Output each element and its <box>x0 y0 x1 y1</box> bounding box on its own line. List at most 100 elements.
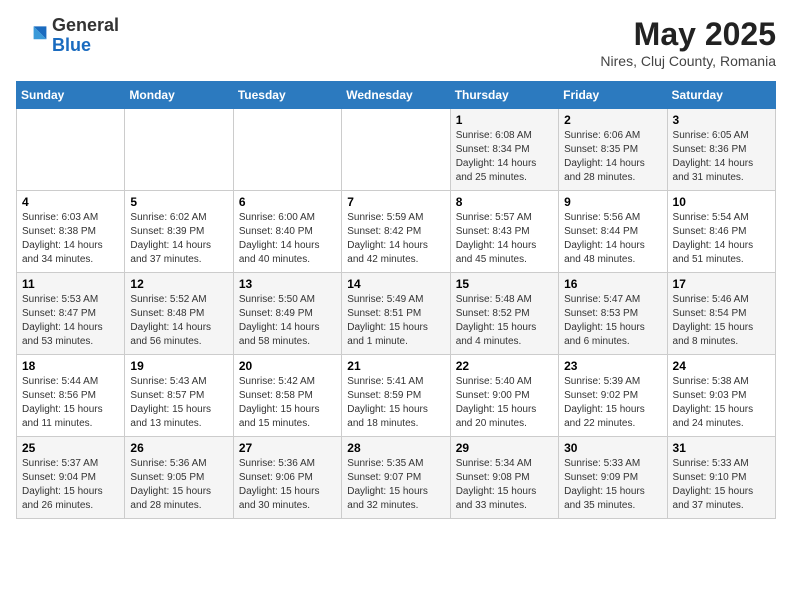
day-cell: 26 Sunrise: 5:36 AM Sunset: 9:05 PM Dayli… <box>125 437 233 519</box>
day-number: 4 <box>22 195 119 209</box>
day-cell <box>342 109 450 191</box>
day-number: 1 <box>456 113 553 127</box>
header-row: SundayMondayTuesdayWednesdayThursdayFrid… <box>17 82 776 109</box>
day-cell: 28 Sunrise: 5:35 AM Sunset: 9:07 PM Dayli… <box>342 437 450 519</box>
day-cell <box>125 109 233 191</box>
day-info: Sunrise: 5:34 AM Sunset: 9:08 PM Dayligh… <box>456 457 553 513</box>
day-info: Sunrise: 5:39 AM Sunset: 9:02 PM Dayligh… <box>564 375 661 431</box>
day-info: Sunrise: 5:52 AM Sunset: 8:48 PM Dayligh… <box>130 293 227 349</box>
week-row-2: 4 Sunrise: 6:03 AM Sunset: 8:38 PM Daylig… <box>17 191 776 273</box>
day-info: Sunrise: 5:47 AM Sunset: 8:53 PM Dayligh… <box>564 293 661 349</box>
day-info: Sunrise: 5:43 AM Sunset: 8:57 PM Dayligh… <box>130 375 227 431</box>
day-info: Sunrise: 5:36 AM Sunset: 9:05 PM Dayligh… <box>130 457 227 513</box>
day-cell: 4 Sunrise: 6:03 AM Sunset: 8:38 PM Daylig… <box>17 191 125 273</box>
title-block: May 2025 Nires, Cluj County, Romania <box>600 16 776 69</box>
calendar-table: SundayMondayTuesdayWednesdayThursdayFrid… <box>16 81 776 519</box>
col-header-thursday: Thursday <box>450 82 558 109</box>
week-row-1: 1 Sunrise: 6:08 AM Sunset: 8:34 PM Daylig… <box>17 109 776 191</box>
day-cell <box>233 109 341 191</box>
day-info: Sunrise: 5:49 AM Sunset: 8:51 PM Dayligh… <box>347 293 444 349</box>
day-number: 20 <box>239 359 336 373</box>
day-cell: 23Sunrise: 5:39 AM Sunset: 9:02 PM Dayli… <box>559 355 667 437</box>
day-cell: 13Sunrise: 5:50 AM Sunset: 8:49 PM Dayli… <box>233 273 341 355</box>
day-info: Sunrise: 5:44 AM Sunset: 8:56 PM Dayligh… <box>22 375 119 431</box>
logo: General Blue <box>16 16 119 56</box>
day-number: 5 <box>130 195 227 209</box>
day-cell: 16 Sunrise: 5:47 AM Sunset: 8:53 PM Dayli… <box>559 273 667 355</box>
week-row-4: 18Sunrise: 5:44 AM Sunset: 8:56 PM Dayli… <box>17 355 776 437</box>
day-cell: 31Sunrise: 5:33 AM Sunset: 9:10 PM Dayli… <box>667 437 775 519</box>
day-info: Sunrise: 5:42 AM Sunset: 8:58 PM Dayligh… <box>239 375 336 431</box>
day-info: Sunrise: 6:08 AM Sunset: 8:34 PM Dayligh… <box>456 129 553 185</box>
day-cell: 1 Sunrise: 6:08 AM Sunset: 8:34 PM Daylig… <box>450 109 558 191</box>
day-number: 31 <box>673 441 770 455</box>
day-cell: 10Sunrise: 5:54 AM Sunset: 8:46 PM Dayli… <box>667 191 775 273</box>
logo-blue: Blue <box>52 35 91 55</box>
logo-text: General Blue <box>52 16 119 56</box>
day-cell: 8 Sunrise: 5:57 AM Sunset: 8:43 PM Daylig… <box>450 191 558 273</box>
day-cell: 2 Sunrise: 6:06 AM Sunset: 8:35 PM Daylig… <box>559 109 667 191</box>
day-info: Sunrise: 5:35 AM Sunset: 9:07 PM Dayligh… <box>347 457 444 513</box>
day-info: Sunrise: 5:48 AM Sunset: 8:52 PM Dayligh… <box>456 293 553 349</box>
day-number: 28 <box>347 441 444 455</box>
day-number: 16 <box>564 277 661 291</box>
day-number: 9 <box>564 195 661 209</box>
day-cell: 12Sunrise: 5:52 AM Sunset: 8:48 PM Dayli… <box>125 273 233 355</box>
day-number: 10 <box>673 195 770 209</box>
day-cell: 6 Sunrise: 6:00 AM Sunset: 8:40 PM Daylig… <box>233 191 341 273</box>
col-header-tuesday: Tuesday <box>233 82 341 109</box>
day-info: Sunrise: 5:33 AM Sunset: 9:09 PM Dayligh… <box>564 457 661 513</box>
day-number: 26 <box>130 441 227 455</box>
day-cell: 17 Sunrise: 5:46 AM Sunset: 8:54 PM Dayli… <box>667 273 775 355</box>
day-number: 21 <box>347 359 444 373</box>
day-info: Sunrise: 6:05 AM Sunset: 8:36 PM Dayligh… <box>673 129 770 185</box>
day-info: Sunrise: 5:41 AM Sunset: 8:59 PM Dayligh… <box>347 375 444 431</box>
day-number: 2 <box>564 113 661 127</box>
day-number: 11 <box>22 277 119 291</box>
day-number: 15 <box>456 277 553 291</box>
day-number: 29 <box>456 441 553 455</box>
day-number: 7 <box>347 195 444 209</box>
day-cell <box>17 109 125 191</box>
day-info: Sunrise: 5:40 AM Sunset: 9:00 PM Dayligh… <box>456 375 553 431</box>
location-subtitle: Nires, Cluj County, Romania <box>600 53 776 69</box>
day-number: 8 <box>456 195 553 209</box>
day-number: 6 <box>239 195 336 209</box>
week-row-3: 11 Sunrise: 5:53 AM Sunset: 8:47 PM Dayli… <box>17 273 776 355</box>
day-info: Sunrise: 5:37 AM Sunset: 9:04 PM Dayligh… <box>22 457 119 513</box>
day-cell: 19 Sunrise: 5:43 AM Sunset: 8:57 PM Dayli… <box>125 355 233 437</box>
day-info: Sunrise: 5:56 AM Sunset: 8:44 PM Dayligh… <box>564 211 661 267</box>
day-number: 25 <box>22 441 119 455</box>
logo-general: General <box>52 15 119 35</box>
day-number: 13 <box>239 277 336 291</box>
day-info: Sunrise: 6:06 AM Sunset: 8:35 PM Dayligh… <box>564 129 661 185</box>
col-header-friday: Friday <box>559 82 667 109</box>
day-info: Sunrise: 5:46 AM Sunset: 8:54 PM Dayligh… <box>673 293 770 349</box>
day-cell: 22 Sunrise: 5:40 AM Sunset: 9:00 PM Dayli… <box>450 355 558 437</box>
day-number: 17 <box>673 277 770 291</box>
day-number: 22 <box>456 359 553 373</box>
day-cell: 20 Sunrise: 5:42 AM Sunset: 8:58 PM Dayli… <box>233 355 341 437</box>
day-cell: 15 Sunrise: 5:48 AM Sunset: 8:52 PM Dayli… <box>450 273 558 355</box>
day-cell: 7Sunrise: 5:59 AM Sunset: 8:42 PM Daylig… <box>342 191 450 273</box>
day-info: Sunrise: 5:53 AM Sunset: 8:47 PM Dayligh… <box>22 293 119 349</box>
day-cell: 18Sunrise: 5:44 AM Sunset: 8:56 PM Dayli… <box>17 355 125 437</box>
day-info: Sunrise: 6:02 AM Sunset: 8:39 PM Dayligh… <box>130 211 227 267</box>
day-number: 14 <box>347 277 444 291</box>
day-cell: 30Sunrise: 5:33 AM Sunset: 9:09 PM Dayli… <box>559 437 667 519</box>
day-cell: 27Sunrise: 5:36 AM Sunset: 9:06 PM Dayli… <box>233 437 341 519</box>
day-number: 3 <box>673 113 770 127</box>
day-cell: 29 Sunrise: 5:34 AM Sunset: 9:08 PM Dayli… <box>450 437 558 519</box>
day-info: Sunrise: 6:03 AM Sunset: 8:38 PM Dayligh… <box>22 211 119 267</box>
col-header-sunday: Sunday <box>17 82 125 109</box>
day-cell: 24Sunrise: 5:38 AM Sunset: 9:03 PM Dayli… <box>667 355 775 437</box>
col-header-wednesday: Wednesday <box>342 82 450 109</box>
day-info: Sunrise: 5:38 AM Sunset: 9:03 PM Dayligh… <box>673 375 770 431</box>
day-info: Sunrise: 5:57 AM Sunset: 8:43 PM Dayligh… <box>456 211 553 267</box>
month-year-title: May 2025 <box>600 16 776 53</box>
day-info: Sunrise: 6:00 AM Sunset: 8:40 PM Dayligh… <box>239 211 336 267</box>
day-number: 19 <box>130 359 227 373</box>
day-cell: 21 Sunrise: 5:41 AM Sunset: 8:59 PM Dayli… <box>342 355 450 437</box>
day-cell: 11 Sunrise: 5:53 AM Sunset: 8:47 PM Dayli… <box>17 273 125 355</box>
day-cell: 14 Sunrise: 5:49 AM Sunset: 8:51 PM Dayli… <box>342 273 450 355</box>
